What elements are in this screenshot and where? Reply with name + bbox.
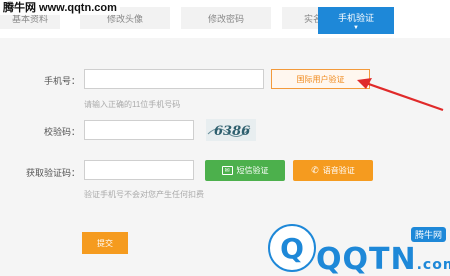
brand-domain: .com	[416, 257, 450, 273]
tab-phone-verify[interactable]: 手机验证 ▼	[318, 7, 394, 34]
phone-icon: ✆	[311, 165, 319, 175]
voice-verify-button[interactable]: ✆ 语音验证	[293, 160, 373, 181]
sms-hint: 验证手机号不会对您产生任何扣费	[84, 190, 204, 199]
sms-verify-label: 短信验证	[236, 166, 269, 175]
tab-label: 修改密码	[207, 13, 244, 24]
annotation-arrow	[357, 78, 444, 112]
phone-hint: 请输入正确的11位手机号码	[84, 100, 181, 109]
brand-watermark: Q 腾牛网 QQTN.com	[266, 222, 450, 276]
submit-button[interactable]: 提交	[82, 232, 128, 254]
phone-label: 手机号：	[43, 76, 80, 86]
tab-label: 手机验证	[337, 12, 374, 23]
captcha-noise: 6386	[207, 124, 251, 139]
tab-password[interactable]: 修改密码	[181, 7, 271, 29]
submit-label: 提交	[97, 238, 113, 248]
brand-logo-letter: Q	[280, 231, 304, 265]
envelope-icon: ✉	[221, 166, 233, 175]
brand-logo: Q	[268, 224, 316, 272]
site-watermark: 腾牛网 www.qqtn.com	[0, 0, 120, 15]
captcha-image[interactable]: 6386	[206, 119, 256, 141]
phone-input[interactable]	[84, 69, 264, 89]
code-input[interactable]	[84, 120, 194, 140]
sms-code-input[interactable]	[84, 160, 194, 180]
caret-down-icon: ▼	[353, 24, 359, 31]
captcha-text: 6386	[214, 124, 250, 139]
brand-badge: 腾牛网	[411, 227, 447, 242]
brand-name: QQTN.com	[316, 242, 450, 276]
voice-verify-label: 语音验证	[322, 166, 355, 175]
code-label: 校验码：	[43, 127, 80, 137]
brand-name-text: QQTN	[316, 242, 417, 276]
sms-verify-button[interactable]: ✉ 短信验证	[205, 160, 285, 181]
sms-code-label: 获取验证码：	[25, 168, 80, 178]
international-verify-label: 国际用户验证	[296, 74, 345, 84]
